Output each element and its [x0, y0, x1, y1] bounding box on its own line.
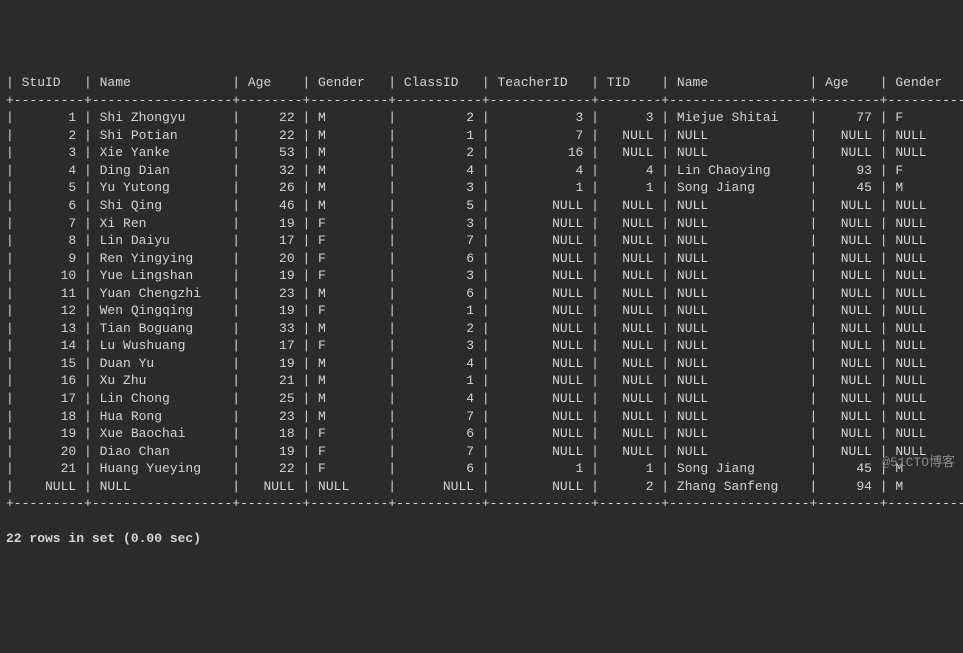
result-footer: 22 rows in set (0.00 sec) — [6, 530, 957, 548]
sql-result-table: | StuID | Name | Age | Gender | ClassID … — [6, 74, 957, 513]
